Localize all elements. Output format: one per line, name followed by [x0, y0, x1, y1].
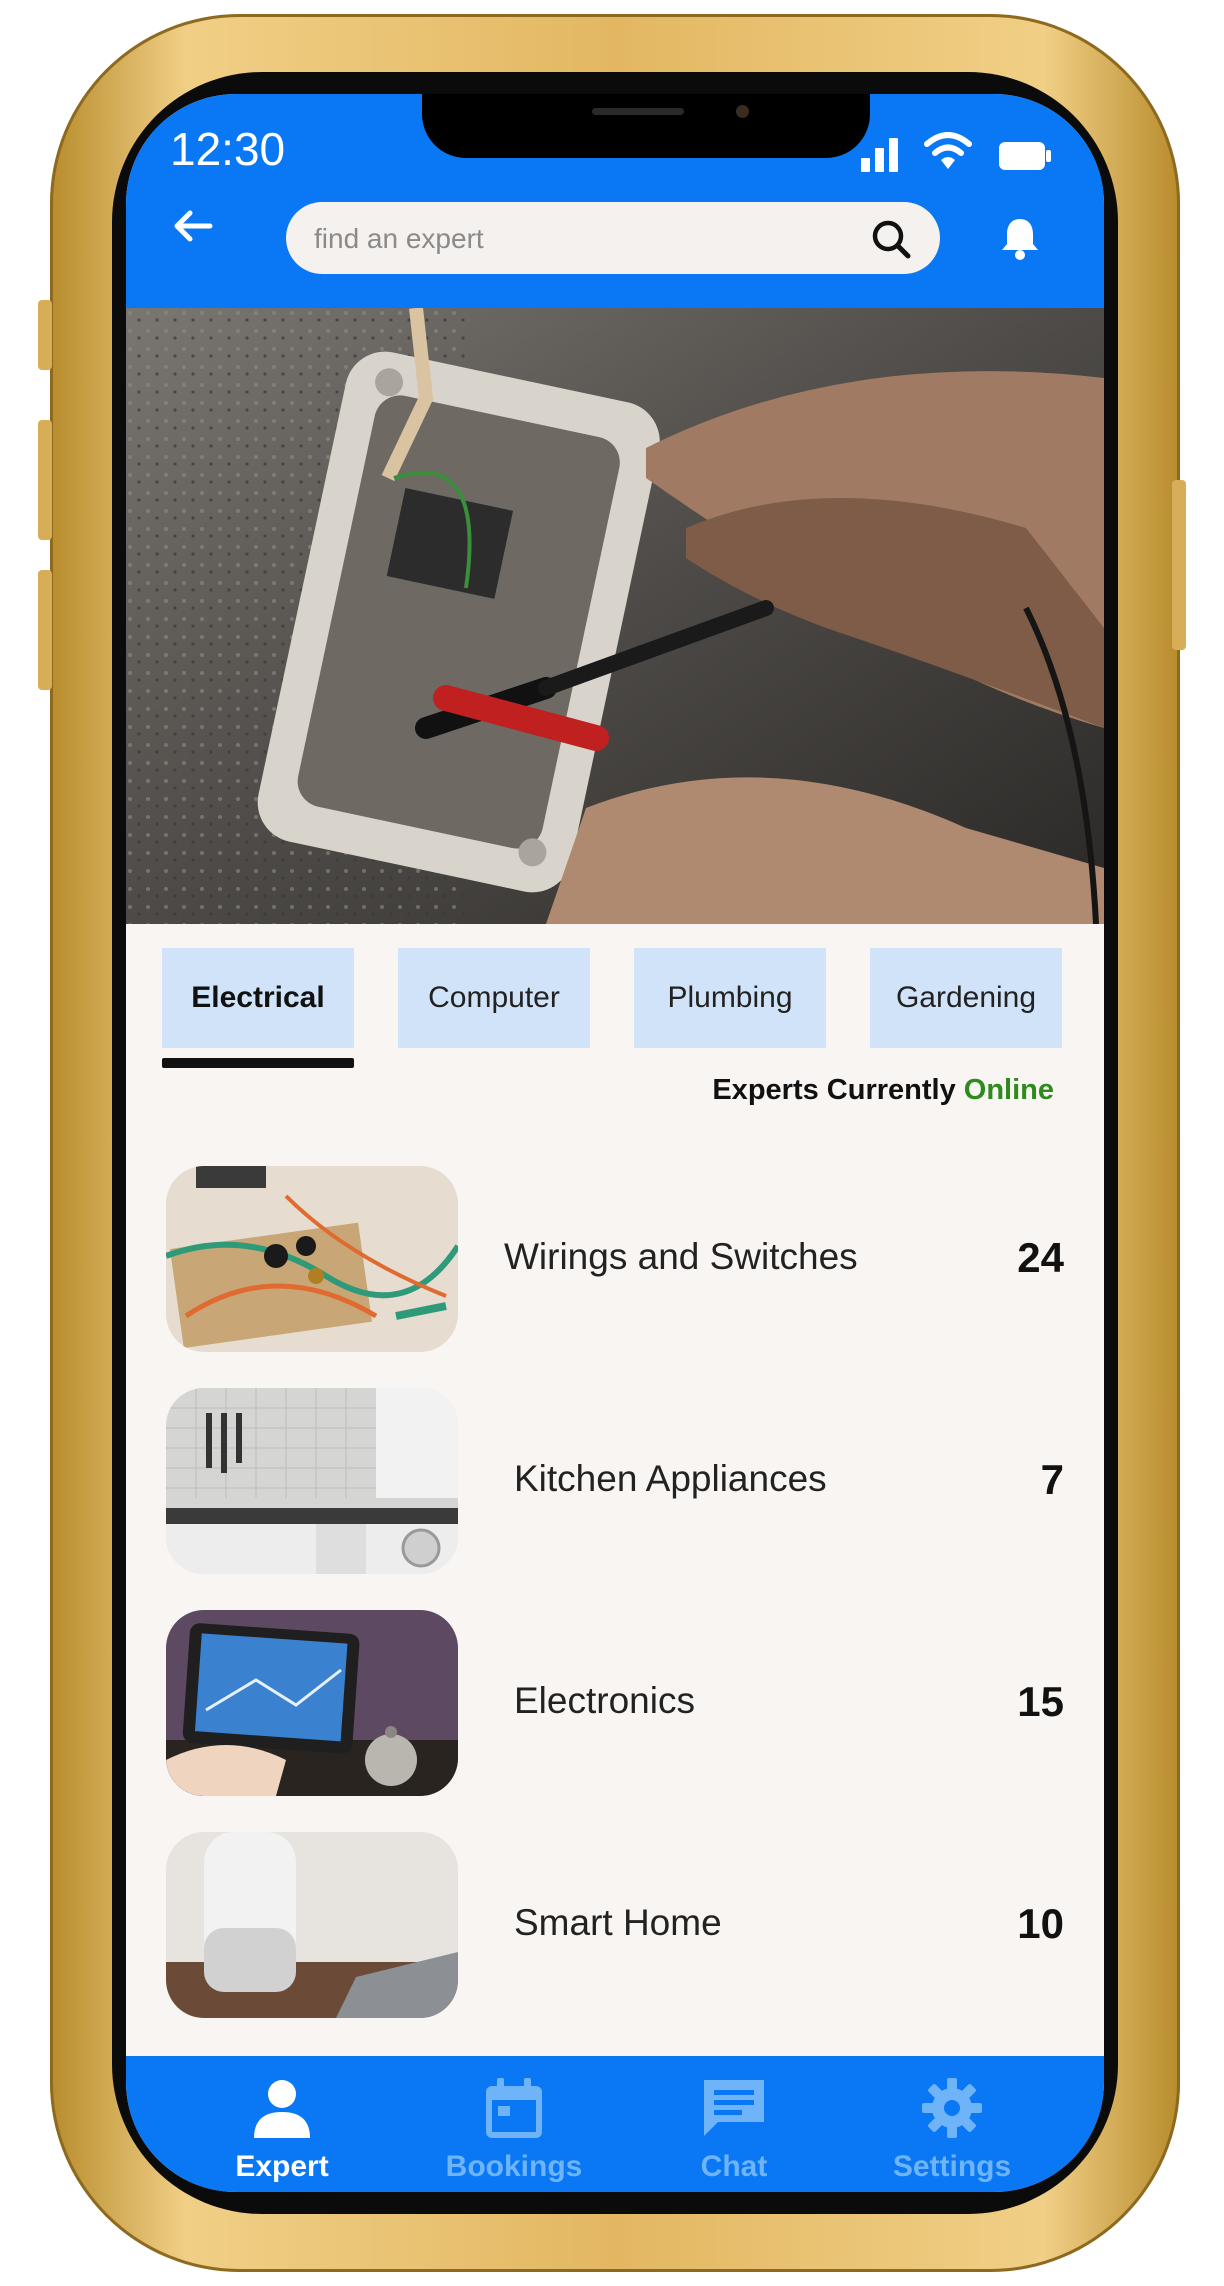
- nav-label: Chat: [700, 2150, 768, 2183]
- service-name: Electronics: [514, 1680, 695, 1721]
- wirings-thumbnail: [166, 1166, 458, 1352]
- top-app-bar: 12:30: [126, 94, 1104, 308]
- tab-gardening[interactable]: Gardening: [870, 948, 1062, 1048]
- wifi-icon: [924, 132, 972, 169]
- kitchen-thumbnail: [166, 1388, 458, 1574]
- service-count: 7: [1040, 1456, 1064, 1503]
- chat-icon: [704, 2080, 764, 2136]
- search-icon[interactable]: [870, 218, 912, 260]
- nav-label: Bookings: [445, 2150, 583, 2183]
- service-row-wirings[interactable]: Wirings and Switches 24: [166, 1166, 1064, 1352]
- speaker: [592, 108, 684, 115]
- signal-icon: [861, 132, 898, 172]
- calendar-icon: [486, 2078, 542, 2138]
- hero-image: [126, 308, 1104, 924]
- nav-bookings[interactable]: Bookings: [414, 2056, 614, 2192]
- bottom-navigation: Expert Bookings Chat Settings: [126, 2056, 1104, 2192]
- tab-computer[interactable]: Computer: [398, 948, 590, 1048]
- nav-expert[interactable]: Expert: [182, 2056, 382, 2192]
- tab-label: Computer: [428, 981, 560, 1014]
- active-tab-indicator: [162, 1058, 354, 1068]
- service-row-smart-home[interactable]: Smart Home 10: [166, 1832, 1064, 2018]
- tab-plumbing[interactable]: Plumbing: [634, 948, 826, 1048]
- nav-label: Settings: [892, 2150, 1012, 2183]
- nav-chat[interactable]: Chat: [634, 2056, 834, 2192]
- notch: [422, 94, 870, 158]
- service-row-electronics[interactable]: Electronics 15: [166, 1610, 1064, 1796]
- electronics-thumbnail: [166, 1610, 458, 1796]
- notification-bell-icon[interactable]: [996, 214, 1044, 262]
- status-time: 12:30: [170, 123, 286, 175]
- experts-online-prefix: Experts Currently: [712, 1074, 956, 1106]
- experts-online-heading: Experts Currently Online: [712, 1074, 1054, 1107]
- tab-label: Gardening: [895, 981, 1037, 1014]
- status-icons: [861, 132, 1052, 172]
- nav-label: Expert: [235, 2150, 329, 2183]
- person-icon: [254, 2080, 310, 2138]
- app-screen: 12:30 find an expert Electrical Computer…: [126, 94, 1104, 2192]
- volume-up-button: [38, 420, 52, 540]
- category-tabs: Electrical Computer Plumbing Gardening: [162, 948, 1062, 1068]
- nav-settings[interactable]: Settings: [852, 2056, 1052, 2192]
- battery-icon: [999, 142, 1051, 170]
- smart-home-thumbnail: [166, 1832, 458, 2018]
- search-input[interactable]: [312, 212, 836, 266]
- service-name: Wirings and Switches: [504, 1236, 858, 1277]
- back-arrow-icon[interactable]: [170, 206, 214, 246]
- tab-label: Electrical: [191, 981, 325, 1014]
- service-name: Kitchen Appliances: [514, 1458, 827, 1499]
- gear-icon: [922, 2078, 982, 2138]
- side-button: [38, 300, 52, 370]
- tab-label: Plumbing: [667, 981, 793, 1014]
- service-row-kitchen[interactable]: Kitchen Appliances 7: [166, 1388, 1064, 1574]
- online-status: Online: [963, 1074, 1054, 1106]
- service-name: Smart Home: [514, 1902, 722, 1943]
- tab-electrical[interactable]: Electrical: [162, 948, 354, 1048]
- service-count: 15: [1017, 1678, 1064, 1725]
- volume-down-button: [38, 570, 52, 690]
- front-camera: [736, 105, 749, 118]
- power-button: [1172, 480, 1186, 650]
- service-count: 24: [1017, 1234, 1064, 1281]
- search-bar[interactable]: [286, 202, 940, 274]
- service-count: 10: [1017, 1900, 1064, 1947]
